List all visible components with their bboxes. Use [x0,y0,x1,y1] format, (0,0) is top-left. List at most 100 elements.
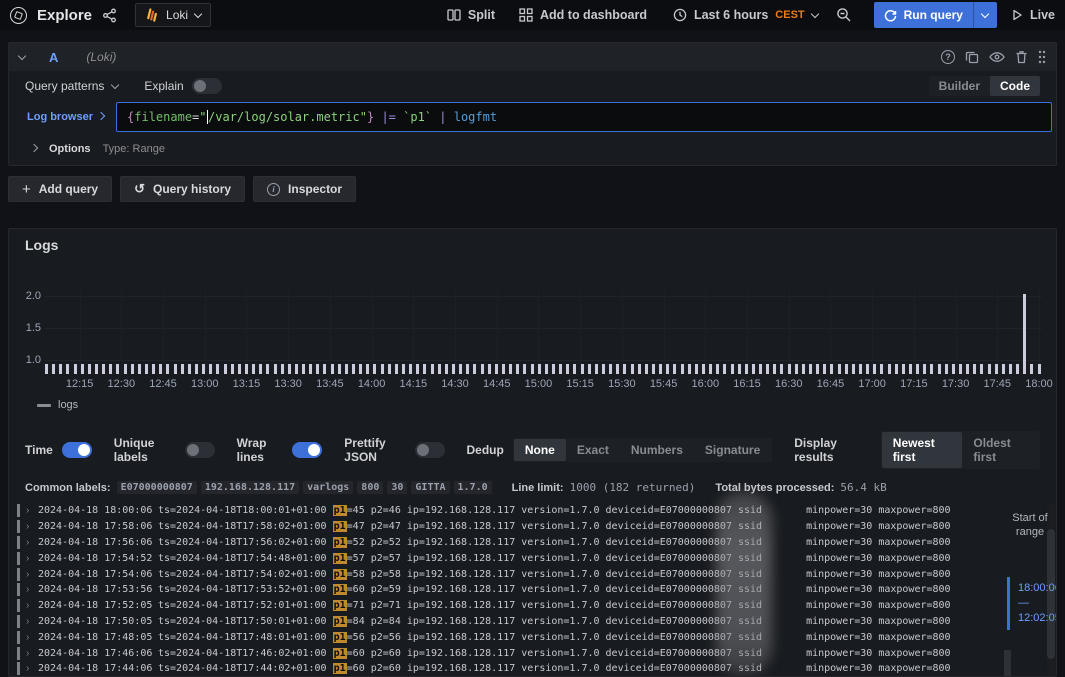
expand-chevron-icon[interactable]: › [26,537,38,548]
x-axis-tick: 15:45 [650,378,678,390]
query-expression-input[interactable]: {filename="/var/log/solar.metric"} |= `p… [116,102,1052,132]
log-rows-list: ›2024-04-18 18:00:06ts=2024-04-18T18:00:… [17,503,1038,675]
expr-token: |= [381,110,395,124]
range-separator: — [1018,596,1057,611]
log-text: ts=2024-04-18T18:00:01+01:00 [158,505,333,516]
add-query-button[interactable]: + Add query [8,176,112,202]
log-row[interactable]: ›2024-04-18 17:53:56ts=2024-04-18T17:53:… [17,582,1038,598]
log-volume-bar [1030,364,1033,374]
help-icon[interactable]: ? [941,50,955,64]
x-axis-tick: 14:15 [400,378,428,390]
log-row[interactable]: ›2024-04-18 18:00:06ts=2024-04-18T18:00:… [17,503,1038,519]
dedup-option-none[interactable]: None [514,439,566,461]
dedup-option-signature[interactable]: Signature [694,439,771,461]
refresh-icon [884,9,897,22]
expand-chevron-icon[interactable]: › [26,584,38,595]
timezone-label: CEST [775,9,804,21]
split-columns-icon [447,8,461,22]
log-row[interactable]: ›2024-04-18 17:52:05ts=2024-04-18T17:52:… [17,598,1038,614]
log-row[interactable]: ›2024-04-18 17:54:52ts=2024-04-18T17:54:… [17,550,1038,566]
delete-query-trash-icon[interactable] [1015,50,1028,64]
log-volume-bar [209,364,212,374]
chart-legend[interactable]: logs [37,399,78,411]
secondary-scrollbar-thumb[interactable] [1004,650,1011,676]
display-option-newest-first[interactable]: Newest first [882,432,963,468]
log-timestamp: 2024-04-18 17:53:56 [38,584,158,595]
explain-toggle[interactable] [192,78,222,94]
dedup-option-exact[interactable]: Exact [566,439,620,461]
live-label: Live [1030,8,1055,22]
log-timestamp: 2024-04-18 17:54:06 [38,569,158,580]
log-browser-button[interactable]: Log browser [19,111,112,123]
log-volume-bar [274,364,277,374]
common-label-chip: 192.168.128.117 [201,481,299,494]
query-history-button[interactable]: ↺ Query history [120,176,245,202]
log-level-bar [17,647,20,660]
query-options-row[interactable]: Options Type: Range [9,133,1056,165]
drag-handle-icon[interactable] [1038,50,1046,64]
toggle-switch[interactable] [185,442,215,458]
expand-chevron-icon[interactable]: › [26,616,38,627]
hide-query-eye-icon[interactable] [989,51,1005,63]
datasource-picker[interactable]: Loki [135,3,211,27]
log-volume-bar [909,364,912,374]
toggle-switch[interactable] [292,442,322,458]
x-axis-tick: 15:30 [608,378,636,390]
log-volume-bar [416,364,419,374]
log-volume-bar [766,364,769,374]
run-query-button[interactable]: Run query [874,2,997,28]
log-volume-bar [138,364,141,374]
log-row[interactable]: ›2024-04-18 17:58:06ts=2024-04-18T17:58:… [17,519,1038,535]
collapse-chevron-icon[interactable] [18,51,26,59]
expand-chevron-icon[interactable]: › [26,505,38,516]
toggle-time: Time [25,442,92,458]
log-volume-bar [466,364,469,374]
x-axis-tick: 16:30 [775,378,803,390]
add-to-dashboard-button[interactable]: Add to dashboard [519,8,647,22]
expand-chevron-icon[interactable]: › [26,648,38,659]
expr-token [447,110,454,124]
log-volume-bar [102,364,105,374]
builder-mode-button[interactable]: Builder [929,76,990,96]
log-row[interactable]: ›2024-04-18 17:56:06ts=2024-04-18T17:56:… [17,535,1038,551]
run-query-dropdown[interactable] [973,2,997,28]
query-patterns-dropdown[interactable]: Query patterns [25,79,118,93]
log-text: ts=2024-04-18T17:52:01+01:00 [158,600,333,611]
toggle-switch[interactable] [62,442,92,458]
log-row[interactable]: ›2024-04-18 17:46:06ts=2024-04-18T17:46:… [17,645,1038,661]
dedup-option-numbers[interactable]: Numbers [620,439,694,461]
expand-chevron-icon[interactable]: › [26,663,38,674]
log-volume-bar [345,364,348,374]
log-volume-bar [538,364,541,374]
log-volume-bar [773,364,776,374]
log-volume-bar [1023,294,1026,374]
log-volume-bar [809,364,812,374]
log-row[interactable]: ›2024-04-18 17:50:05ts=2024-04-18T17:50:… [17,614,1038,630]
total-bytes-label: Total bytes processed: [715,482,834,494]
toggle-switch[interactable] [415,442,445,458]
expand-chevron-icon[interactable]: › [26,600,38,611]
split-label: Split [468,8,495,22]
line-limit-value: 1000 (182 returned) [570,481,696,494]
code-mode-button[interactable]: Code [990,76,1040,96]
log-row[interactable]: ›2024-04-18 17:44:06ts=2024-04-18T17:44:… [17,661,1038,675]
display-results-group: Display results Newest firstOldest first [794,431,1040,469]
expand-chevron-icon[interactable]: › [26,569,38,580]
duplicate-query-icon[interactable] [965,50,979,64]
inspector-button[interactable]: i Inspector [253,176,356,202]
log-row[interactable]: ›2024-04-18 17:48:05ts=2024-04-18T17:48:… [17,629,1038,645]
log-timestamp: 2024-04-18 18:00:06 [38,505,158,516]
logs-volume-chart: 12:1512:3012:4513:0013:1513:3013:4514:00… [9,285,1056,435]
time-range-picker[interactable]: Last 6 hours CEST [673,8,818,22]
share-icon[interactable] [102,8,117,23]
log-row[interactable]: ›2024-04-18 17:54:06ts=2024-04-18T17:54:… [17,566,1038,582]
split-button[interactable]: Split [447,8,495,22]
log-volume-bar [388,364,391,374]
query-row-header[interactable]: A (Loki) ? [9,43,1056,71]
expand-chevron-icon[interactable]: › [26,521,38,532]
display-option-oldest-first[interactable]: Oldest first [962,432,1039,468]
live-button[interactable]: Live [1011,8,1055,22]
expand-chevron-icon[interactable]: › [26,553,38,564]
zoom-out-icon[interactable] [836,7,852,23]
expand-chevron-icon[interactable]: › [26,632,38,643]
